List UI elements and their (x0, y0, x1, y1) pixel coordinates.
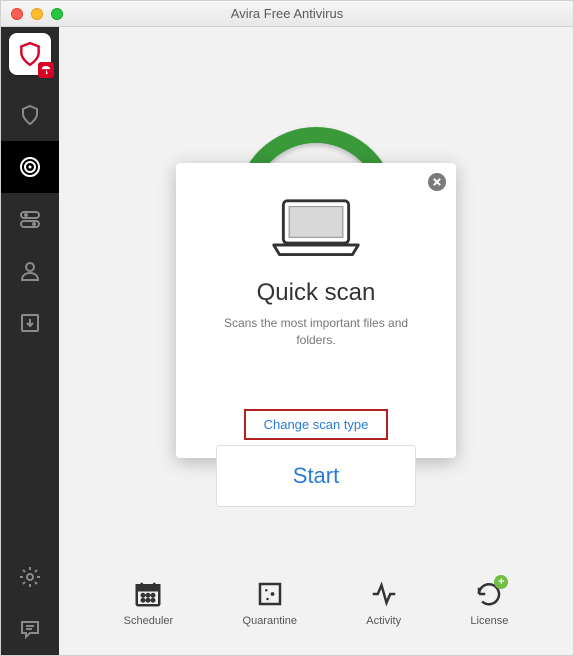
sidebar (1, 27, 59, 655)
gear-icon (18, 565, 42, 589)
titlebar: Avira Free Antivirus (1, 1, 573, 27)
target-icon (18, 155, 42, 179)
laptop-icon (268, 197, 364, 263)
tool-label: Scheduler (124, 615, 174, 627)
bottom-tools: Scheduler Quarantine Activity (59, 579, 573, 627)
window-title: Avira Free Antivirus (1, 6, 573, 21)
scan-description: Scans the most important files and folde… (196, 315, 436, 349)
sidebar-item-feedback[interactable] (1, 603, 59, 655)
chat-icon (18, 617, 42, 641)
sidebar-item-update[interactable] (1, 297, 59, 349)
sidebar-item-profile[interactable] (1, 245, 59, 297)
change-scan-type-link[interactable]: Change scan type (244, 409, 389, 440)
tool-label: Quarantine (243, 615, 297, 627)
toggles-icon (18, 207, 42, 231)
sidebar-item-scan[interactable] (1, 141, 59, 193)
tool-scheduler[interactable]: Scheduler (124, 579, 174, 627)
scan-title: Quick scan (196, 279, 436, 307)
scan-popover: Quick scan Scans the most important file… (176, 163, 456, 458)
app-window: Avira Free Antivirus (0, 0, 574, 656)
sidebar-item-status[interactable] (1, 89, 59, 141)
calendar-icon (133, 579, 163, 609)
app-logo[interactable] (9, 33, 51, 75)
box-icon (255, 579, 285, 609)
plus-badge-icon: + (494, 575, 508, 589)
sidebar-item-settings[interactable] (1, 551, 59, 603)
tool-license[interactable]: + License (470, 579, 508, 627)
tool-quarantine[interactable]: Quarantine (243, 579, 297, 627)
person-icon (18, 259, 42, 283)
start-button[interactable]: Start (216, 445, 416, 507)
close-icon (433, 178, 441, 186)
tool-label: Activity (366, 615, 401, 627)
shield-outline-icon (18, 103, 42, 127)
activity-icon (369, 579, 399, 609)
sidebar-item-modules[interactable] (1, 193, 59, 245)
umbrella-icon (38, 62, 54, 78)
download-icon (18, 311, 42, 335)
main-area: Quick scan Scans the most important file… (59, 27, 573, 655)
close-button[interactable] (428, 173, 446, 191)
tool-label: License (470, 615, 508, 627)
tool-activity[interactable]: Activity (366, 579, 401, 627)
